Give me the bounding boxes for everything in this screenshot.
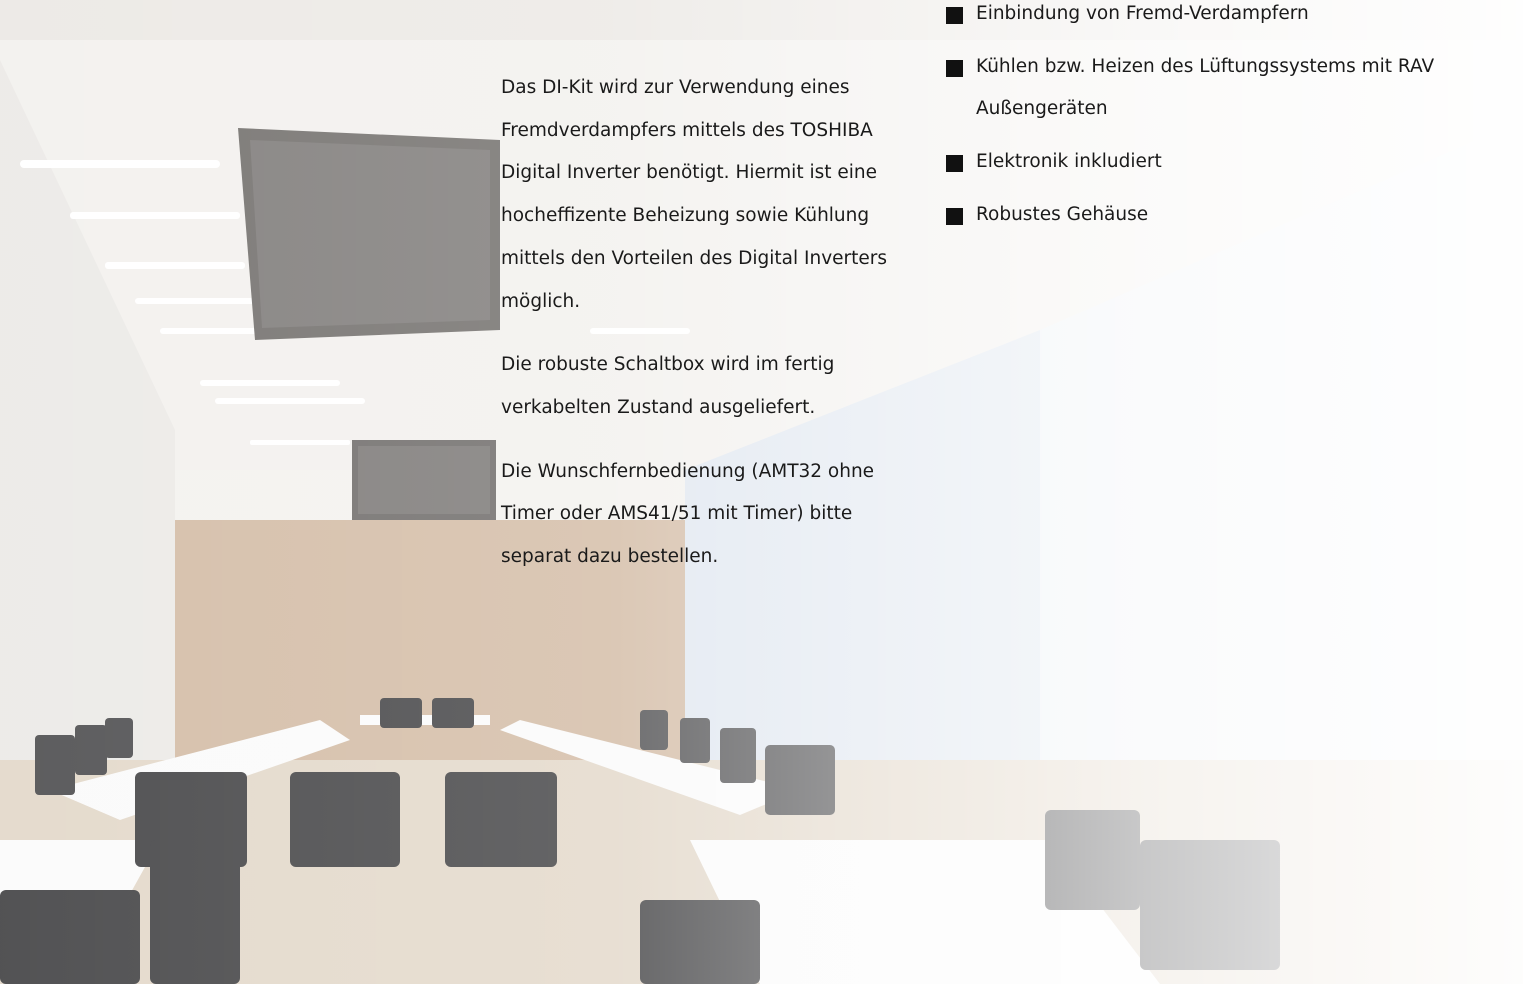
feature-list-item: Elektronik inkludiert (946, 141, 1466, 184)
feature-list-item: Kühlen bzw. Heizen des Lüftungssystems m… (946, 46, 1466, 131)
feature-label: Einbindung von Fremd-Verdampfern (976, 3, 1309, 24)
square-bullet-icon (946, 7, 963, 24)
product-description: Das DI-Kit wird zur Verwendung eines Fre… (501, 67, 901, 600)
square-bullet-icon (946, 207, 963, 225)
square-bullet-icon (946, 59, 963, 77)
feature-list-item: Einbindung von Fremd-Verdampfern (946, 0, 1466, 36)
description-paragraph: Die Wunschfernbedienung (AMT32 ohne Time… (501, 460, 875, 568)
feature-label: Kühlen bzw. Heizen des Lüftungssystems m… (976, 55, 1435, 120)
feature-list: Einbindung von Fremd-Verdampfern Kühlen … (946, 0, 1466, 247)
description-paragraph: Die robuste Schaltbox wird im fertig ver… (501, 354, 835, 418)
square-bullet-icon (946, 155, 963, 173)
feature-label: Robustes Gehäuse (976, 203, 1149, 225)
page: Das DI-Kit wird zur Verwendung eines Fre… (0, 0, 1523, 984)
description-paragraph: Das DI-Kit wird zur Verwendung eines Fre… (501, 77, 888, 312)
feature-list-item: Robustes Gehäuse (946, 194, 1466, 237)
feature-label: Elektronik inkludiert (976, 151, 1162, 173)
